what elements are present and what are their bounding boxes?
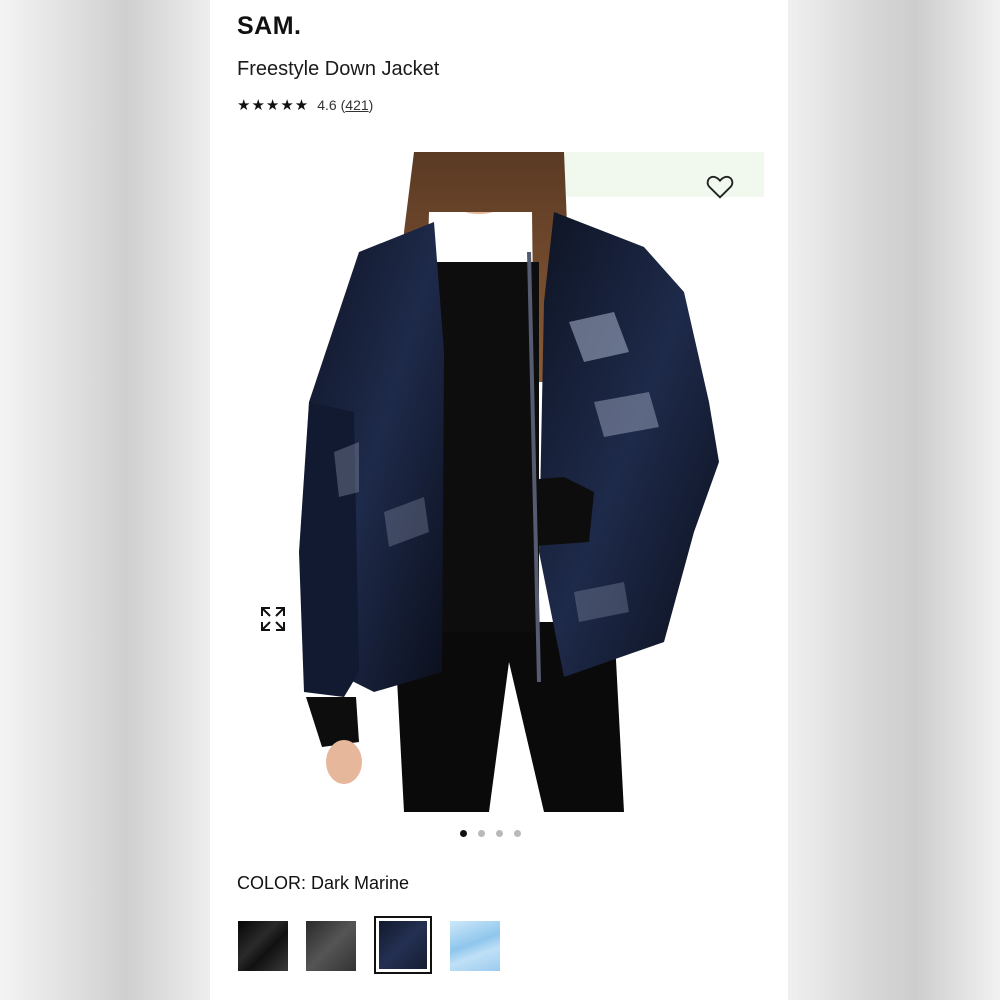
swatch-black[interactable] xyxy=(238,921,288,971)
carousel-dot-4[interactable] xyxy=(514,830,521,837)
rating-stars: ★★★★★ xyxy=(237,97,310,114)
brand-name[interactable]: SAM. xyxy=(237,12,302,41)
swatch-dark-marine[interactable] xyxy=(374,916,432,974)
carousel-dot-3[interactable] xyxy=(496,830,503,837)
selected-color-name: Dark Marine xyxy=(311,873,410,893)
review-count-link[interactable]: 421 xyxy=(345,97,368,113)
rating-value: 4.6 (421) xyxy=(317,97,374,113)
carousel-dot-2[interactable] xyxy=(478,830,485,837)
swatch-light-blue[interactable] xyxy=(450,921,500,971)
background-blur-left xyxy=(0,0,210,1000)
carousel-dots[interactable] xyxy=(460,830,521,837)
product-panel: SAM. Freestyle Down Jacket ★★★★★ 4.6 (42… xyxy=(210,0,788,1000)
jacket-model-image xyxy=(299,130,764,812)
color-selection-label: COLOR: Dark Marine xyxy=(237,873,410,893)
product-image[interactable] xyxy=(264,130,764,812)
heart-icon[interactable] xyxy=(704,170,736,202)
color-swatches xyxy=(238,916,500,974)
carousel-dot-1[interactable] xyxy=(460,830,467,837)
rating-row[interactable]: ★★★★★ 4.6 (421) xyxy=(237,96,373,114)
expand-icon[interactable] xyxy=(258,604,288,634)
background-blur-right xyxy=(788,0,1000,1000)
swatch-charcoal[interactable] xyxy=(306,921,356,971)
product-title: Freestyle Down Jacket xyxy=(237,58,440,80)
